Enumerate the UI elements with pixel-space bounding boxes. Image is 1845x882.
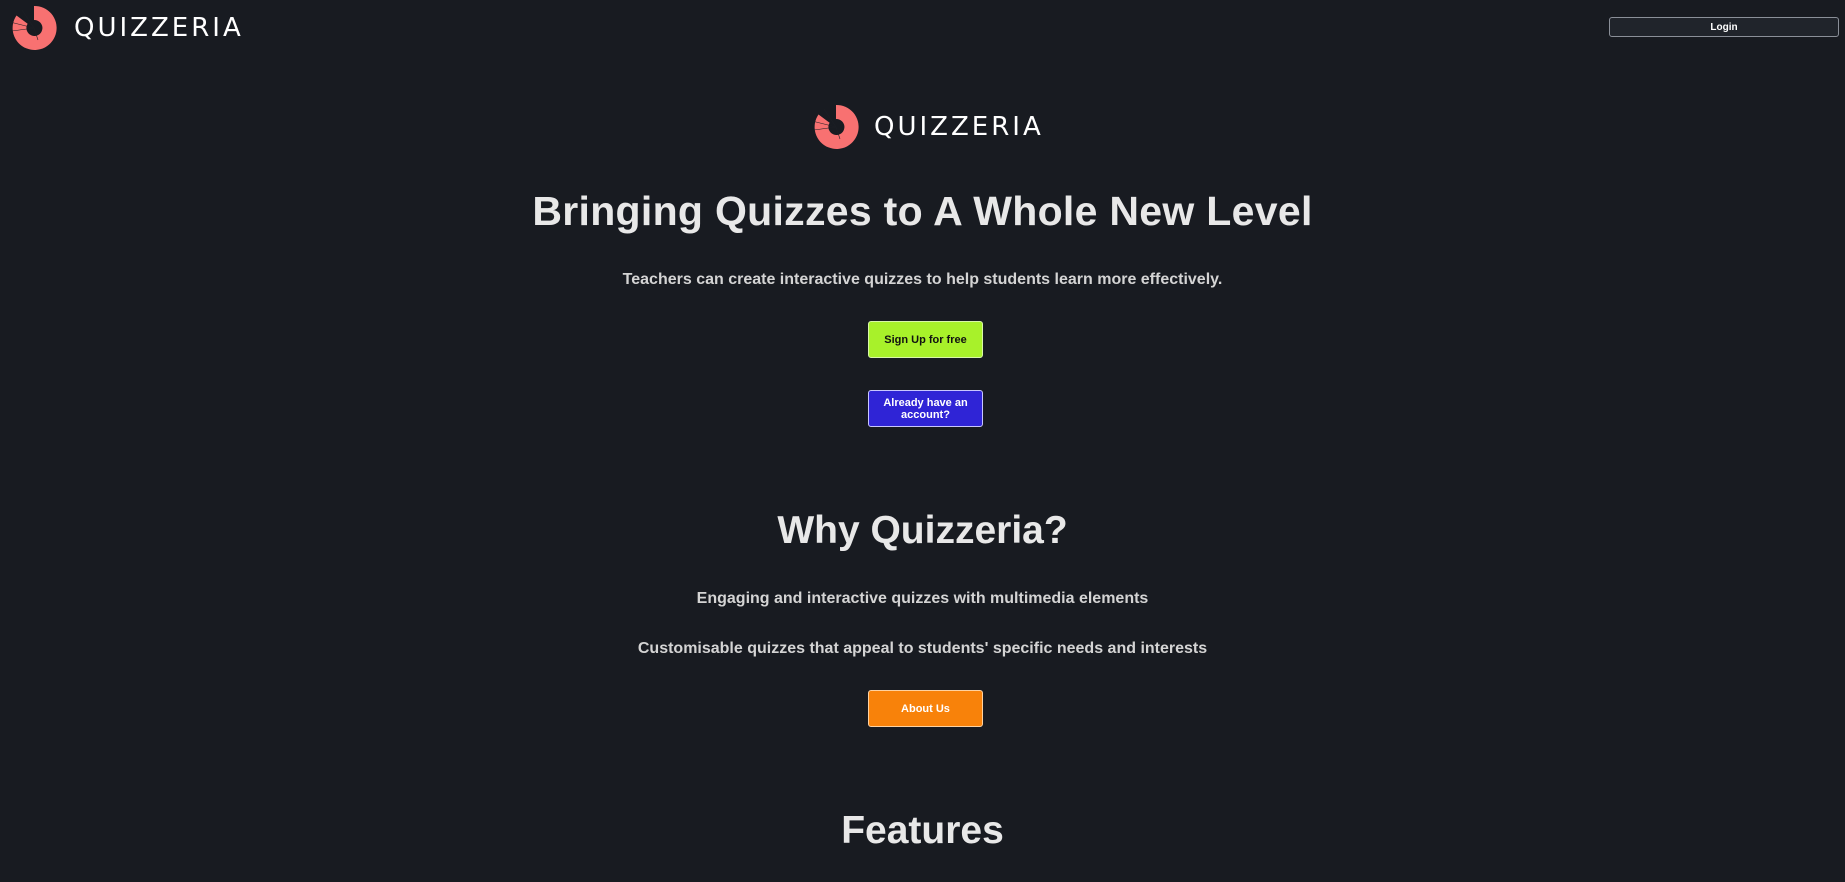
- why-section-title: Why Quizzeria?: [777, 509, 1068, 552]
- about-us-button[interactable]: About Us: [868, 690, 983, 727]
- features-section-title: Features: [841, 809, 1004, 852]
- quizzeria-logo-icon: [9, 5, 57, 50]
- quizzeria-logo-icon: [811, 104, 859, 149]
- hero-subtitle: Teachers can create interactive quizzes …: [622, 271, 1223, 288]
- landing-page: QUIZZERIA Login QUIZZERIA Bringing Quizz…: [0, 0, 1845, 882]
- login-button[interactable]: Login: [1609, 17, 1839, 37]
- sign-up-button[interactable]: Sign Up for free: [868, 321, 983, 358]
- why-point: Customisable quizzes that appeal to stud…: [637, 640, 1208, 657]
- why-point: Engaging and interactive quizzes with mu…: [696, 590, 1149, 607]
- existing-account-button[interactable]: Already have an account?: [868, 390, 983, 427]
- header-brand-name: QUIZZERIA: [74, 13, 244, 43]
- hero-logo: QUIZZERIA: [810, 101, 1044, 153]
- hero-title: Bringing Quizzes to A Whole New Level: [532, 188, 1313, 234]
- hero-brand-name: QUIZZERIA: [874, 112, 1044, 142]
- header-logo[interactable]: QUIZZERIA: [8, 2, 244, 54]
